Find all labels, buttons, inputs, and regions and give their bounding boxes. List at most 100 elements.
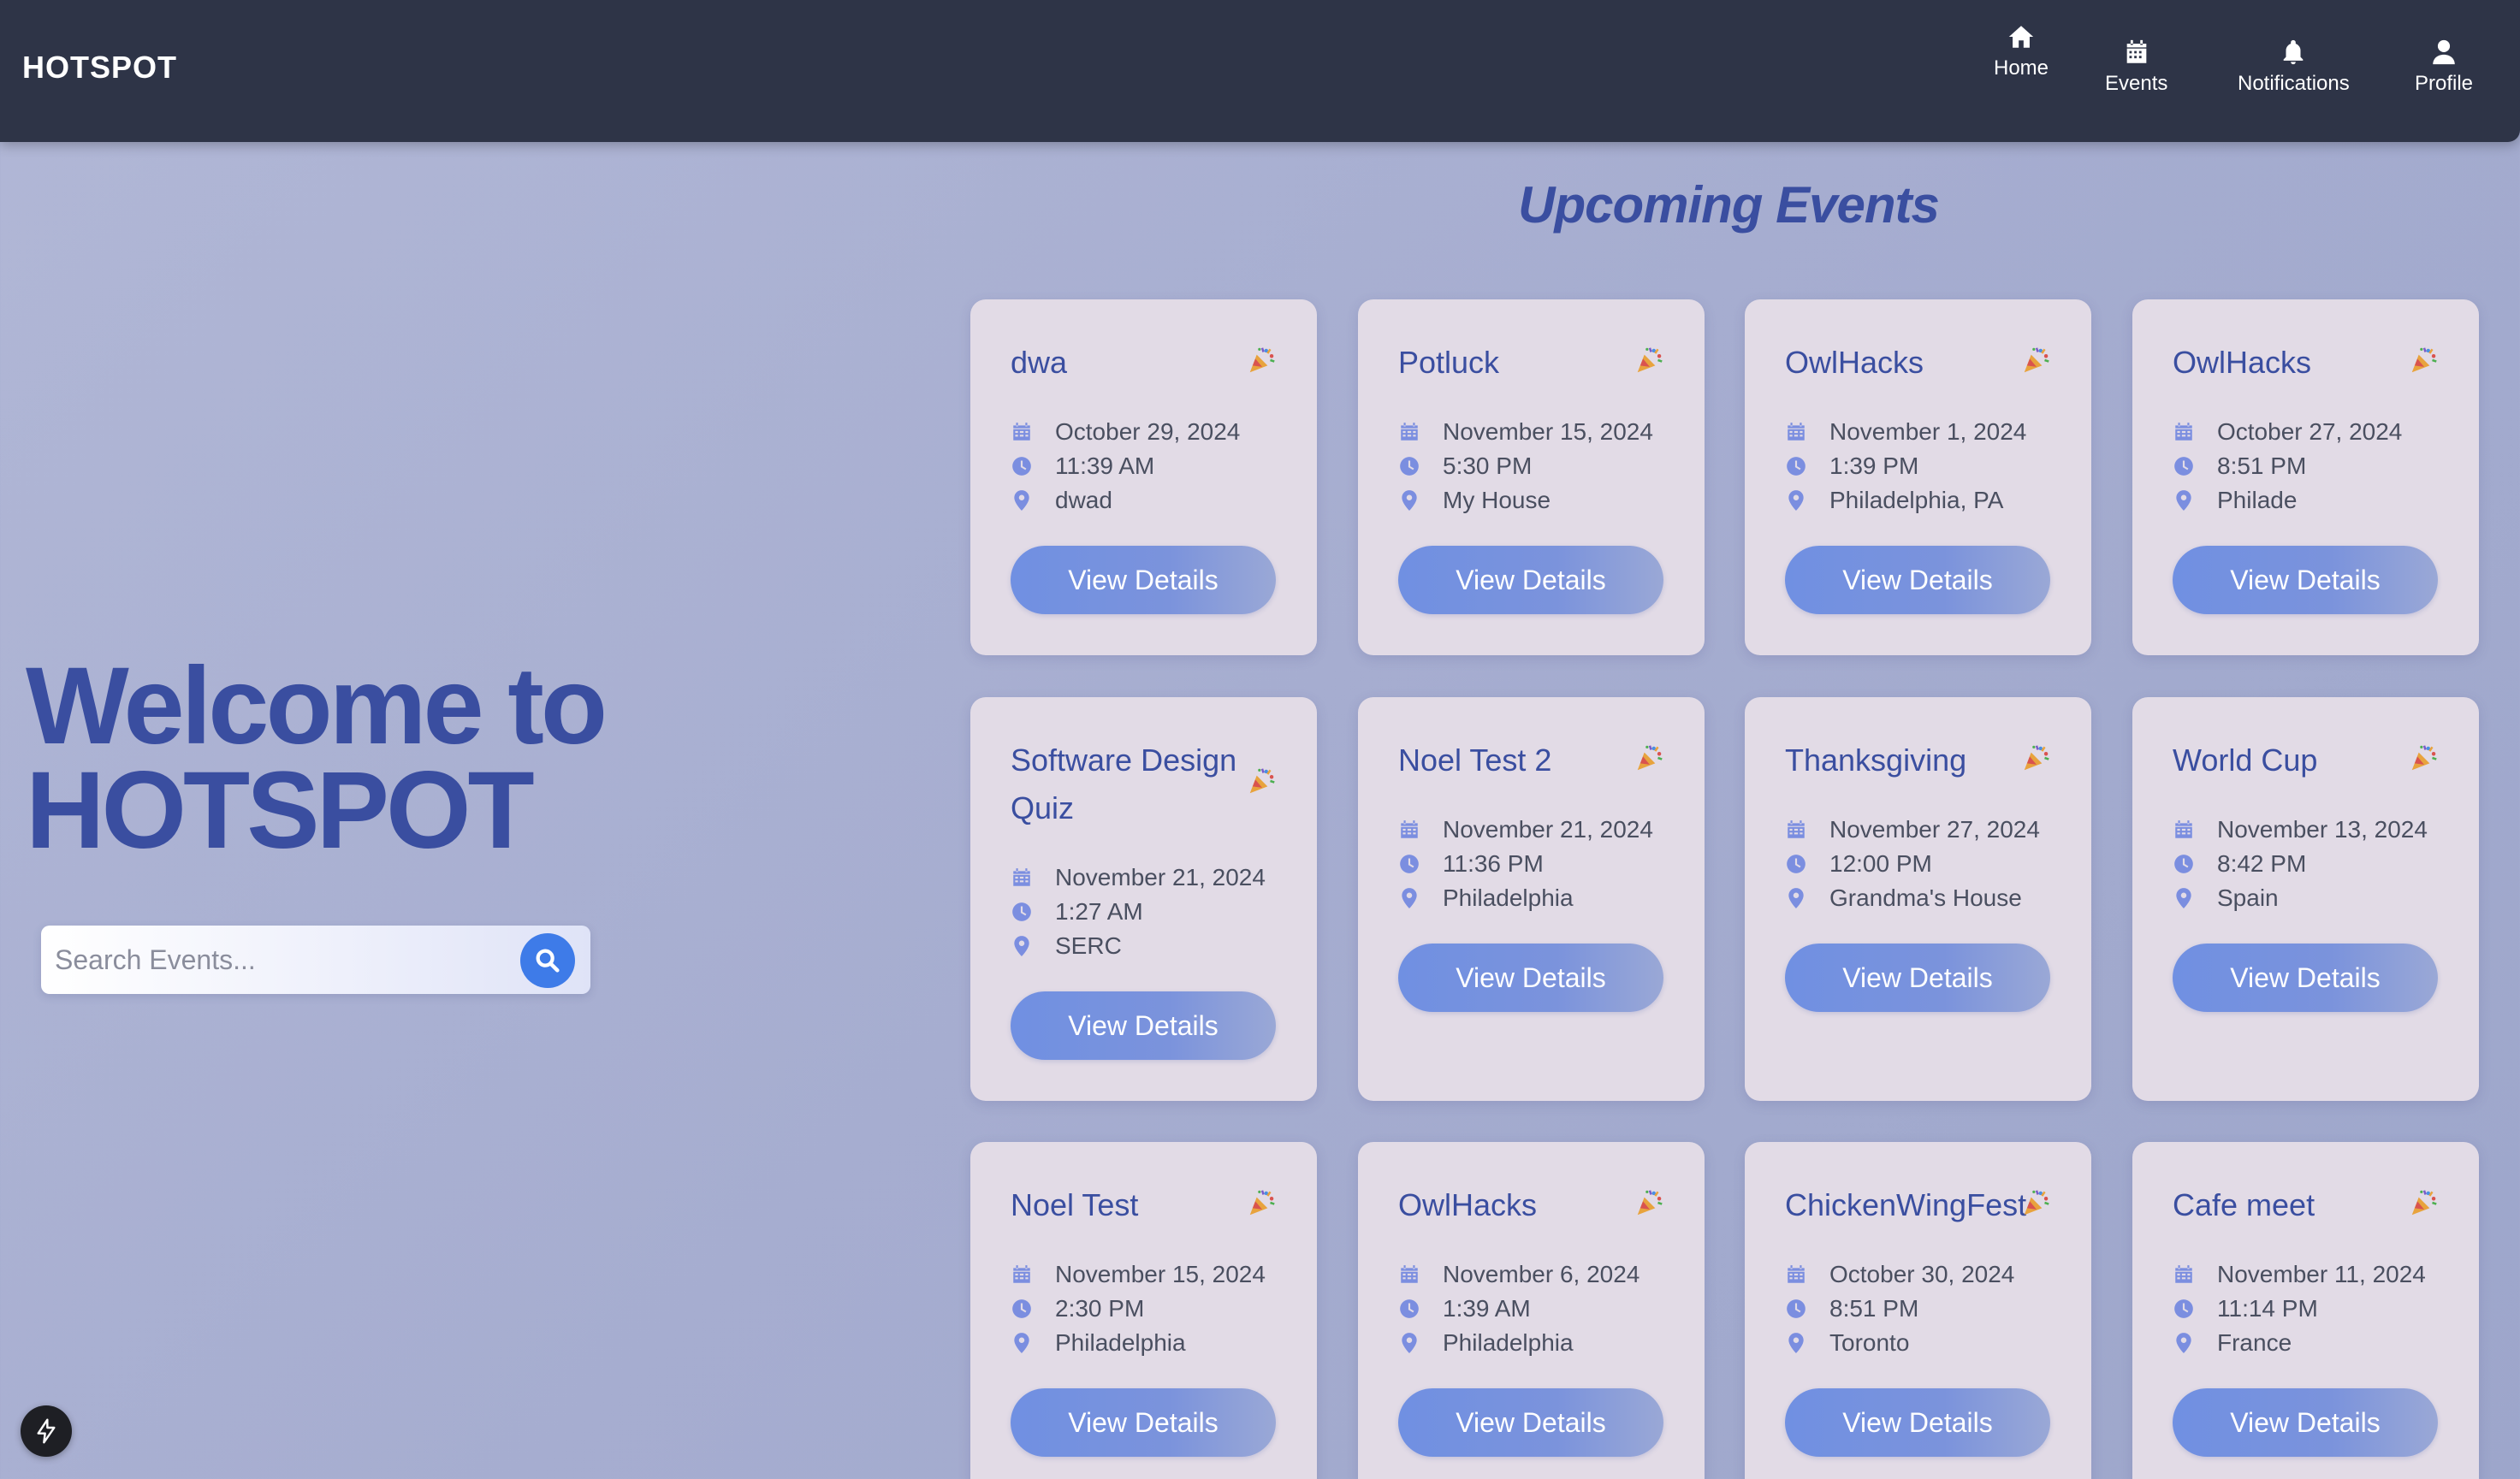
view-details-button[interactable]: View Details — [2173, 1388, 2438, 1457]
search-icon — [536, 949, 560, 973]
event-title: Potluck — [1398, 345, 1500, 380]
calendar-icon — [1785, 421, 1807, 443]
search-button[interactable] — [520, 933, 575, 988]
event-time: 1:27 AM — [1011, 895, 1302, 929]
party-popper-icon — [1246, 765, 1278, 797]
event-location: France — [2173, 1326, 2464, 1360]
view-details-button[interactable]: View Details — [1398, 944, 1663, 1012]
home-icon — [2007, 22, 2036, 51]
upcoming-events-title: Upcoming Events — [1518, 176, 1940, 234]
event-time-text: 1:27 AM — [1055, 898, 1143, 925]
event-location-text: Philade — [2217, 487, 2298, 513]
event-time-text: 2:30 PM — [1055, 1295, 1145, 1322]
event-date-text: October 29, 2024 — [1055, 418, 1241, 445]
event-card: Software Design Quiz November 21, 2024 1:2… — [970, 697, 1317, 1101]
event-card: Potluck November 15, 2024 5:30 PM My House V… — [1358, 299, 1705, 655]
event-date-text: November 15, 2024 — [1055, 1261, 1266, 1287]
event-date-text: November 13, 2024 — [2217, 816, 2428, 843]
event-date: November 13, 2024 — [2173, 813, 2464, 847]
calendar-icon — [1011, 1263, 1033, 1286]
hero-title: Welcome to HOTSPOT — [26, 645, 676, 866]
nav-notifications[interactable]: Notifications — [2238, 38, 2350, 123]
view-details-button[interactable]: View Details — [1011, 1388, 1276, 1457]
event-date: November 15, 2024 — [1011, 1257, 1302, 1292]
event-time: 11:14 PM — [2173, 1292, 2464, 1326]
party-popper-icon — [2408, 742, 2440, 774]
view-details-button[interactable]: View Details — [1011, 991, 1276, 1060]
location-pin-icon — [1785, 887, 1807, 909]
event-time: 12:00 PM — [1785, 847, 2076, 881]
location-pin-icon — [2173, 489, 2195, 512]
search-input[interactable] — [55, 926, 534, 994]
event-card: OwlHacks November 6, 2024 1:39 AM Philadelp… — [1358, 1142, 1705, 1479]
party-popper-icon — [1634, 742, 1666, 774]
nav-events-label: Events — [2105, 72, 2168, 95]
calendar-icon — [1398, 819, 1420, 841]
event-time-text: 8:42 PM — [2217, 850, 2307, 877]
calendar-icon — [1011, 421, 1033, 443]
event-location: Philade — [2173, 483, 2464, 518]
event-location: dwad — [1011, 483, 1302, 518]
event-time: 1:39 PM — [1785, 449, 2076, 483]
event-title: OwlHacks — [1398, 1187, 1538, 1222]
calendar-icon — [2122, 38, 2151, 67]
calendar-icon — [2173, 1263, 2195, 1286]
party-popper-icon — [2020, 742, 2053, 774]
clock-icon — [1398, 1298, 1420, 1320]
dev-tools-button[interactable] — [21, 1405, 72, 1457]
party-popper-icon — [1634, 344, 1666, 376]
event-date: October 27, 2024 — [2173, 415, 2464, 449]
event-date-text: November 6, 2024 — [1443, 1261, 1640, 1287]
event-time-text: 1:39 AM — [1443, 1295, 1531, 1322]
location-pin-icon — [1398, 489, 1420, 512]
view-details-button[interactable]: View Details — [1785, 1388, 2050, 1457]
clock-icon — [2173, 1298, 2195, 1320]
event-title: Noel Test — [1011, 1187, 1139, 1222]
view-details-button[interactable]: View Details — [1785, 944, 2050, 1012]
bell-icon — [2279, 38, 2308, 67]
event-title: Thanksgiving — [1785, 742, 1967, 778]
clock-icon — [1011, 901, 1033, 923]
calendar-icon — [1785, 1263, 1807, 1286]
event-location: Philadelphia, PA — [1785, 483, 2076, 518]
event-date: November 27, 2024 — [1785, 813, 2076, 847]
event-time: 11:36 PM — [1398, 847, 1689, 881]
view-details-button[interactable]: View Details — [2173, 944, 2438, 1012]
event-date: November 15, 2024 — [1398, 415, 1689, 449]
view-details-button[interactable]: View Details — [1398, 546, 1663, 614]
nav-events[interactable]: Events — [2105, 38, 2167, 123]
event-location-text: Philadelphia — [1055, 1329, 1186, 1356]
brand-logo[interactable]: HOTSPOT — [22, 50, 177, 86]
clock-icon — [2173, 853, 2195, 875]
nav-profile[interactable]: Profile — [2415, 38, 2473, 123]
event-location-text: My House — [1443, 487, 1551, 513]
calendar-icon — [2173, 819, 2195, 841]
calendar-icon — [1398, 1263, 1420, 1286]
location-pin-icon — [1398, 1332, 1420, 1354]
event-time: 5:30 PM — [1398, 449, 1689, 483]
event-time-text: 5:30 PM — [1443, 453, 1533, 479]
event-location-text: Philadelphia — [1443, 884, 1574, 911]
nav-home[interactable]: Home — [1994, 22, 2049, 108]
hero-title-line1: Welcome to — [26, 645, 608, 767]
event-card: OwlHacks October 27, 2024 8:51 PM Philade Vi… — [2132, 299, 2479, 655]
event-location-text: Spain — [2217, 884, 2279, 911]
event-card: dwa October 29, 2024 11:39 AM dwad View Deta… — [970, 299, 1317, 655]
view-details-button[interactable]: View Details — [1398, 1388, 1663, 1457]
view-details-button[interactable]: View Details — [1011, 546, 1276, 614]
clock-icon — [1011, 1298, 1033, 1320]
view-details-button[interactable]: View Details — [1785, 546, 2050, 614]
event-time: 8:42 PM — [2173, 847, 2464, 881]
party-popper-icon — [2408, 344, 2440, 376]
top-navbar: HOTSPOT Home Events Notifications Profil… — [0, 0, 2520, 142]
event-date: November 1, 2024 — [1785, 415, 2076, 449]
event-location-text: SERC — [1055, 932, 1122, 959]
clock-icon — [2173, 455, 2195, 477]
view-details-button[interactable]: View Details — [2173, 546, 2438, 614]
clock-icon — [1785, 853, 1807, 875]
nav-home-label: Home — [1994, 56, 2049, 80]
event-title: Noel Test 2 — [1398, 742, 1552, 778]
clock-icon — [1398, 853, 1420, 875]
location-pin-icon — [1011, 1332, 1033, 1354]
party-popper-icon — [2020, 1186, 2053, 1219]
